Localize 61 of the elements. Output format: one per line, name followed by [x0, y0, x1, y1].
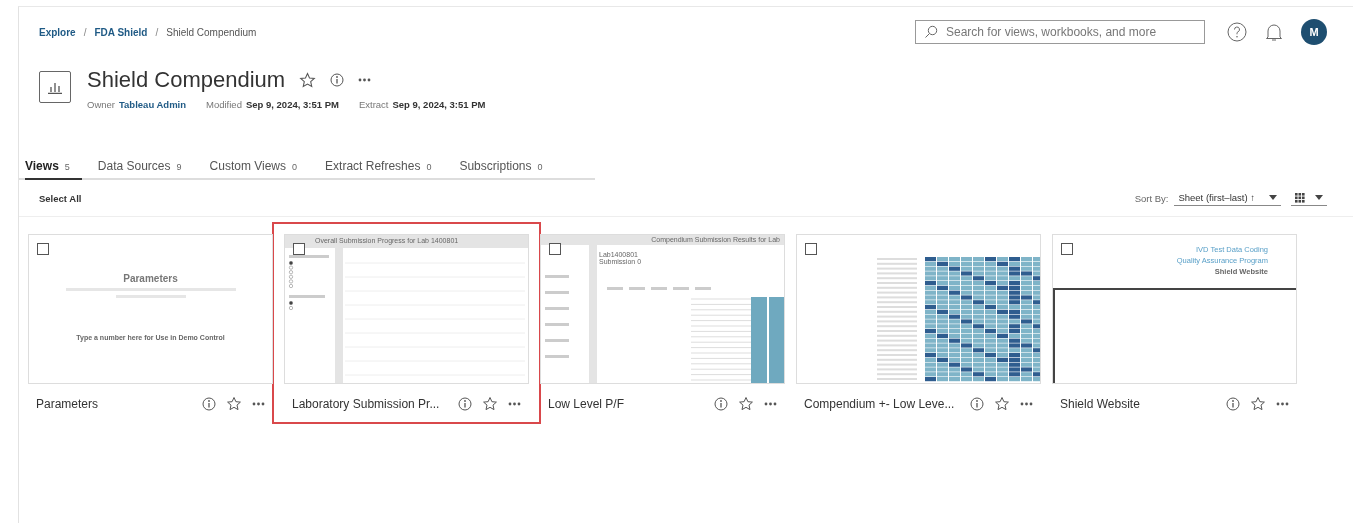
meta-label: Extract	[358, 99, 389, 110]
star-icon[interactable]	[226, 396, 242, 412]
help-icon[interactable]	[1227, 22, 1247, 42]
view-name[interactable]: Parameters	[36, 397, 202, 411]
star-icon[interactable]	[482, 396, 498, 412]
tab[interactable]: Views 5	[25, 159, 82, 180]
sort-dropdown[interactable]: Sheet (first–last) ↑	[1174, 190, 1281, 206]
view-thumbnail[interactable]	[796, 234, 1041, 384]
info-icon[interactable]	[970, 397, 984, 411]
breadcrumb-current: Shield Compendium	[166, 26, 257, 38]
tab[interactable]: Extract Refreshes 0	[325, 159, 444, 180]
tab[interactable]: Data Sources 9	[97, 159, 194, 180]
view-name[interactable]: Compendium +- Low Leve...	[804, 397, 970, 411]
info-icon[interactable]	[714, 397, 728, 411]
meta-value: Sep 9, 2024, 3:51 PM	[245, 99, 339, 110]
workbook-icon	[39, 71, 71, 103]
tab[interactable]: Custom Views 0	[209, 159, 310, 180]
view-checkbox[interactable]	[293, 243, 305, 255]
view-checkbox[interactable]	[37, 243, 49, 255]
more-icon[interactable]	[764, 402, 777, 406]
more-icon[interactable]	[252, 402, 265, 406]
more-icon[interactable]	[1276, 402, 1289, 406]
bell-icon[interactable]	[1265, 22, 1283, 42]
info-icon[interactable]	[330, 73, 345, 87]
owner-link[interactable]: Tableau Admin	[119, 99, 187, 110]
thumbnail-title: Parameters	[123, 273, 178, 284]
more-icon[interactable]	[508, 402, 521, 406]
star-icon[interactable]	[1250, 396, 1266, 412]
view-name[interactable]: Low Level P/F	[548, 397, 714, 411]
meta-value: Sep 9, 2024, 3:51 PM	[392, 99, 486, 110]
breadcrumb-separator: /	[155, 26, 159, 38]
view-name[interactable]: Shield Website	[1060, 397, 1226, 411]
view-checkbox[interactable]	[549, 243, 561, 255]
star-icon[interactable]	[994, 396, 1010, 412]
view-checkbox[interactable]	[805, 243, 817, 255]
info-icon[interactable]	[1226, 397, 1240, 411]
breadcrumb-link[interactable]: FDA Shield	[94, 26, 148, 38]
search-icon	[924, 25, 938, 39]
meta-label: Owner	[87, 99, 115, 110]
search-field[interactable]: Search for views, workbooks, and more	[915, 20, 1205, 44]
sort-label: Sort By:	[1134, 192, 1169, 204]
select-all-button[interactable]: Select All	[39, 192, 1135, 204]
star-icon[interactable]	[299, 71, 317, 89]
star-icon[interactable]	[738, 396, 754, 412]
breadcrumb-link[interactable]: Explore	[39, 26, 76, 38]
caret-icon	[1315, 195, 1323, 200]
caret-icon	[1269, 195, 1277, 200]
info-icon[interactable]	[458, 397, 472, 411]
breadcrumb-separator: /	[83, 26, 87, 38]
info-icon[interactable]	[202, 397, 216, 411]
meta-label: Modified	[206, 99, 242, 110]
tab[interactable]: Subscriptions 0	[459, 159, 555, 180]
user-avatar[interactable]: M	[1301, 19, 1327, 45]
more-icon[interactable]	[1020, 402, 1033, 406]
more-icon[interactable]	[358, 78, 372, 82]
view-card[interactable]: Compendium +- Low Leve...	[796, 234, 1041, 412]
view-name[interactable]: Laboratory Submission Pr...	[292, 397, 458, 411]
view-checkbox[interactable]	[1061, 243, 1073, 255]
view-mode-dropdown[interactable]	[1291, 190, 1327, 206]
workbook-title: Shield Compendium	[87, 67, 286, 93]
grid-icon	[1295, 192, 1305, 203]
